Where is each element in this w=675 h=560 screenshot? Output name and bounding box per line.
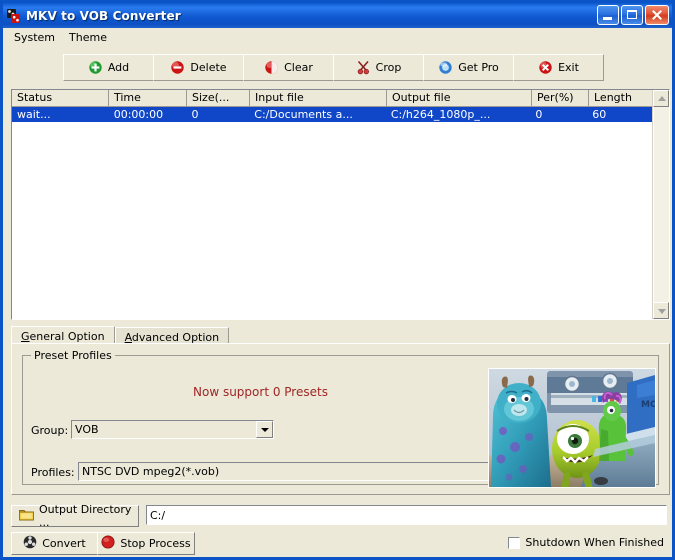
- add-button-label: Add: [107, 61, 130, 74]
- bottom-bar: Convert Stop Process Shutdown When Finis…: [3, 530, 672, 557]
- group-combobox[interactable]: VOB: [71, 420, 274, 439]
- stop-icon: [101, 535, 115, 552]
- column-header-output-file[interactable]: Output file: [387, 90, 532, 107]
- column-header-percent[interactable]: Per(%): [532, 90, 589, 107]
- crop-icon: [356, 60, 371, 75]
- preset-message: Now support 0 Presets: [193, 385, 328, 399]
- file-list-body: wait... 00:00:00 0 C:/Documents a... C:/…: [12, 107, 652, 319]
- add-button[interactable]: Add: [63, 54, 154, 81]
- stop-process-button[interactable]: Stop Process: [97, 532, 195, 555]
- group-label: Group:: [31, 424, 69, 437]
- shutdown-when-finished-checkbox[interactable]: Shutdown When Finished: [508, 536, 664, 549]
- column-header-status[interactable]: Status: [12, 90, 109, 107]
- profiles-combobox-value: NTSC DVD mpeg2(*.vob): [82, 465, 220, 478]
- exit-button[interactable]: Exit: [513, 54, 604, 81]
- column-header-input-file[interactable]: Input file: [250, 90, 387, 107]
- close-button[interactable]: [645, 5, 669, 25]
- cell-input-file: C:/Documents a...: [254, 108, 353, 121]
- cell-time: 00:00:00: [113, 108, 164, 121]
- minimize-button[interactable]: [597, 5, 619, 25]
- column-header-size[interactable]: Size(...: [187, 90, 250, 107]
- column-header-time[interactable]: Time: [109, 90, 187, 107]
- cell-length: 60: [592, 108, 607, 121]
- convert-button-label: Convert: [42, 537, 86, 550]
- preview-thumbnail: MO: [488, 368, 656, 488]
- output-directory-row: Output Directory ... C:/: [3, 503, 672, 529]
- output-directory-button-label: Output Directory ...: [39, 503, 132, 529]
- title-bar: MKV to VOB Converter: [3, 3, 672, 28]
- checkbox-box[interactable]: [508, 536, 521, 549]
- maximize-button[interactable]: [621, 5, 643, 25]
- cell-output-file: C:/h264_1080p_...: [390, 108, 491, 121]
- clear-button[interactable]: Clear: [243, 54, 334, 81]
- convert-icon: [23, 535, 37, 552]
- stop-process-button-label: Stop Process: [120, 537, 191, 550]
- exit-button-label: Exit: [558, 61, 579, 74]
- get-pro-button[interactable]: Get Pro: [423, 54, 514, 81]
- app-window: MKV to VOB Converter System Theme Add De…: [0, 0, 675, 560]
- crop-button-label: Crop: [375, 61, 402, 74]
- delete-button-label: Delete: [190, 61, 227, 74]
- window-controls: [597, 5, 669, 25]
- column-header-length[interactable]: Length: [589, 90, 654, 107]
- output-directory-input[interactable]: C:/: [146, 505, 667, 525]
- profiles-combobox[interactable]: NTSC DVD mpeg2(*.vob): [78, 462, 511, 481]
- crop-button[interactable]: Crop: [333, 54, 424, 81]
- cell-status: wait...: [17, 108, 51, 121]
- output-directory-button[interactable]: Output Directory ...: [11, 503, 139, 529]
- clear-button-label: Clear: [284, 61, 313, 74]
- option-tabs: General Option Advanced Option: [11, 325, 670, 345]
- get-pro-button-label: Get Pro: [458, 61, 499, 74]
- profiles-label: Profiles:: [31, 466, 75, 479]
- app-icon: [6, 8, 22, 24]
- exit-icon: [538, 60, 553, 75]
- cell-percent: 0: [535, 108, 543, 121]
- delete-icon: [170, 60, 185, 75]
- delete-button[interactable]: Delete: [153, 54, 244, 81]
- get-pro-icon: [438, 60, 453, 75]
- menu-bar: System Theme: [3, 28, 672, 47]
- shutdown-when-finished-label: Shutdown When Finished: [525, 536, 664, 549]
- preset-profiles-title: Preset Profiles: [31, 349, 115, 362]
- menu-theme[interactable]: Theme: [62, 29, 114, 46]
- chevron-down-icon: [658, 309, 666, 314]
- chevron-up-icon: [658, 96, 666, 101]
- file-list: Status Time Size(... Input file Output f…: [11, 89, 670, 320]
- cell-size: 0: [191, 108, 199, 121]
- scroll-down-button[interactable]: [653, 302, 669, 319]
- folder-icon: [19, 508, 34, 524]
- file-list-scrollbar[interactable]: [652, 90, 669, 319]
- scroll-up-button[interactable]: [653, 90, 669, 107]
- clear-icon: [264, 60, 279, 75]
- menu-system[interactable]: System: [7, 29, 62, 46]
- convert-button[interactable]: Convert: [11, 532, 98, 555]
- file-list-header: Status Time Size(... Input file Output f…: [12, 90, 669, 107]
- svg-text:MO: MO: [641, 400, 655, 410]
- table-row[interactable]: wait... 00:00:00 0 C:/Documents a... C:/…: [12, 107, 652, 122]
- scrollbar-track[interactable]: [653, 107, 669, 302]
- window-title: MKV to VOB Converter: [26, 8, 181, 23]
- toolbar: Add Delete Clear Crop Get Pro Exit: [3, 51, 672, 84]
- add-icon: [88, 60, 103, 75]
- group-combobox-value: VOB: [75, 423, 99, 436]
- chevron-down-icon[interactable]: [256, 421, 273, 438]
